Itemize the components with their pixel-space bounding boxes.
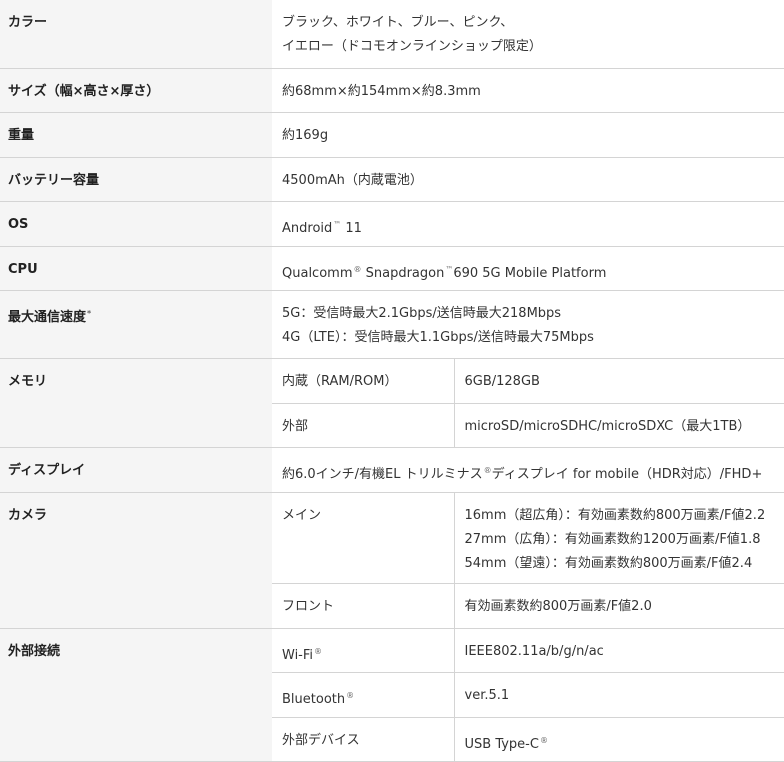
camera-main-line-3: 54mm（望遠）：有効画素数約800万画素/F値2.4 <box>465 552 784 576</box>
value-cpu: Qualcomm® Snapdragon™690 5G Mobile Platf… <box>272 246 784 290</box>
display-text-b: ディスプレイ for mobile（HDR対応）/FHD+ <box>492 467 763 482</box>
label-connectivity: 外部接続 <box>0 628 272 761</box>
row-memory-internal: メモリ 内蔵（RAM/ROM） 6GB/128GB <box>0 358 784 403</box>
value-display: 約6.0インチ/有機EL トリルミナス®ディスプレイ for mobile（HD… <box>272 447 784 492</box>
value-speed: 5G：受信時最大2.1Gbps/送信時最大218Mbps 4G（LTE）：受信時… <box>272 290 784 358</box>
color-line-2: イエロー（ドコモオンラインショップ限定） <box>282 35 784 59</box>
value-memory-external: microSD/microSDHC/microSDXC（最大1TB） <box>454 403 784 447</box>
cpu-family: Snapdragon <box>361 266 444 281</box>
sublabel-memory-internal: 内蔵（RAM/ROM） <box>272 358 454 403</box>
cpu-model: 690 5G Mobile Platform <box>453 266 606 281</box>
row-display: ディスプレイ 約6.0インチ/有機EL トリルミナス®ディスプレイ for mo… <box>0 447 784 492</box>
value-size: 約68mm×約154mm×約8.3mm <box>272 68 784 112</box>
registered-mark: ® <box>540 736 548 745</box>
row-size: サイズ（幅×高さ×厚さ） 約68mm×約154mm×約8.3mm <box>0 68 784 112</box>
sublabel-bluetooth: Bluetooth® <box>272 672 454 717</box>
os-name: Android <box>282 221 332 236</box>
label-size: サイズ（幅×高さ×厚さ） <box>0 68 272 112</box>
value-memory-internal: 6GB/128GB <box>454 358 784 403</box>
row-os: OS Android™ 11 <box>0 201 784 246</box>
display-text-a: 約6.0インチ/有機EL トリルミナス <box>282 467 483 482</box>
row-camera-main: カメラ メイン 16mm（超広角）：有効画素数約800万画素/F値2.2 27m… <box>0 492 784 583</box>
row-color: カラー ブラック、ホワイト、ブルー、ピンク、 イエロー（ドコモオンラインショップ… <box>0 0 784 68</box>
value-wifi: IEEE802.11a/b/g/n/ac <box>454 628 784 672</box>
camera-main-line-1: 16mm（超広角）：有効画素数約800万画素/F値2.2 <box>465 504 784 528</box>
label-cpu: CPU <box>0 246 272 290</box>
registered-mark: ® <box>314 647 322 656</box>
label-memory: メモリ <box>0 358 272 447</box>
value-os: Android™ 11 <box>272 201 784 246</box>
os-version: 11 <box>341 221 362 236</box>
device-value-text: USB Type-C <box>465 737 539 752</box>
label-camera: カメラ <box>0 492 272 628</box>
wifi-label-text: Wi-Fi <box>282 648 313 663</box>
row-cpu: CPU Qualcomm® Snapdragon™690 5G Mobile P… <box>0 246 784 290</box>
value-battery: 4500mAh（内蔵電池） <box>272 157 784 201</box>
label-speed: 最大通信速度* <box>0 290 272 358</box>
value-external-device: USB Type-C® <box>454 717 784 761</box>
camera-main-line-2: 27mm（広角）：有効画素数約1200万画素/F値1.8 <box>465 528 784 552</box>
speed-line-4g: 4G（LTE）：受信時最大1.1Gbps/送信時最大75Mbps <box>282 326 784 350</box>
row-battery: バッテリー容量 4500mAh（内蔵電池） <box>0 157 784 201</box>
value-camera-front: 有効画素数約800万画素/F値2.0 <box>454 583 784 628</box>
speed-label-text: 最大通信速度 <box>8 310 86 325</box>
label-os: OS <box>0 201 272 246</box>
speed-line-5g: 5G：受信時最大2.1Gbps/送信時最大218Mbps <box>282 302 784 326</box>
label-display: ディスプレイ <box>0 447 272 492</box>
row-connectivity-wifi: 外部接続 Wi-Fi® IEEE802.11a/b/g/n/ac <box>0 628 784 672</box>
footnote-mark: * <box>87 309 91 318</box>
label-battery: バッテリー容量 <box>0 157 272 201</box>
value-bluetooth: ver.5.1 <box>454 672 784 717</box>
sublabel-camera-front: フロント <box>272 583 454 628</box>
registered-mark: ® <box>484 466 492 475</box>
registered-mark: ® <box>346 691 354 700</box>
value-weight: 約169g <box>272 112 784 157</box>
sublabel-wifi: Wi-Fi® <box>272 628 454 672</box>
label-color: カラー <box>0 0 272 68</box>
cpu-brand: Qualcomm <box>282 266 352 281</box>
bluetooth-label-text: Bluetooth <box>282 692 345 707</box>
row-speed: 最大通信速度* 5G：受信時最大2.1Gbps/送信時最大218Mbps 4G（… <box>0 290 784 358</box>
spec-table: カラー ブラック、ホワイト、ブルー、ピンク、 イエロー（ドコモオンラインショップ… <box>0 0 784 762</box>
sublabel-memory-external: 外部 <box>272 403 454 447</box>
value-color: ブラック、ホワイト、ブルー、ピンク、 イエロー（ドコモオンラインショップ限定） <box>272 0 784 68</box>
sublabel-external-device: 外部デバイス <box>272 717 454 761</box>
value-camera-main: 16mm（超広角）：有効画素数約800万画素/F値2.2 27mm（広角）：有効… <box>454 492 784 583</box>
color-line-1: ブラック、ホワイト、ブルー、ピンク、 <box>282 11 784 35</box>
sublabel-camera-main: メイン <box>272 492 454 583</box>
row-weight: 重量 約169g <box>0 112 784 157</box>
label-weight: 重量 <box>0 112 272 157</box>
